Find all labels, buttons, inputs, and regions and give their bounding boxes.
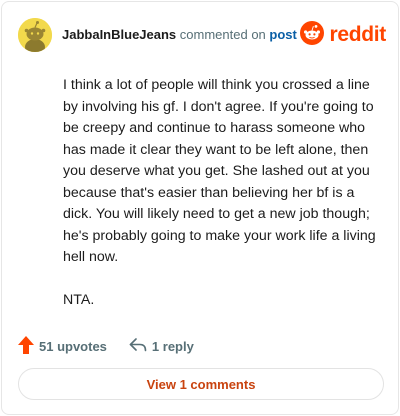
upvote-arrow-icon xyxy=(18,335,34,357)
post-link[interactable]: post xyxy=(269,27,296,42)
upvote-count: 51 upvotes xyxy=(39,338,107,354)
reddit-brand[interactable]: reddit xyxy=(300,20,386,50)
reply-count: 1 reply xyxy=(151,338,194,354)
comment-body: I think a lot of people will think you c… xyxy=(63,75,379,333)
brand-wordmark: reddit xyxy=(329,23,386,46)
username[interactable]: JabbaInBlueJeans xyxy=(62,27,176,42)
comment-header: JabbaInBlueJeans commented on post reddi… xyxy=(18,18,386,52)
reply-arrow-icon xyxy=(129,337,147,355)
comment-paragraph: I think a lot of people will think you c… xyxy=(63,77,376,265)
snoo-avatar-icon[interactable] xyxy=(18,18,52,52)
reddit-logo-icon xyxy=(300,20,325,50)
comment-paragraph: NTA. xyxy=(63,292,95,308)
action-text: commented on xyxy=(179,27,266,42)
comment-actions: 51 upvotes 1 reply xyxy=(18,335,194,357)
comment-meta: JabbaInBlueJeans commented on post xyxy=(62,27,297,42)
upvote-button[interactable]: 51 upvotes xyxy=(18,335,107,357)
comment-card: JabbaInBlueJeans commented on post reddi… xyxy=(1,1,399,415)
view-comments-button[interactable]: View 1 comments xyxy=(18,368,384,400)
reply-button[interactable]: 1 reply xyxy=(129,337,194,355)
